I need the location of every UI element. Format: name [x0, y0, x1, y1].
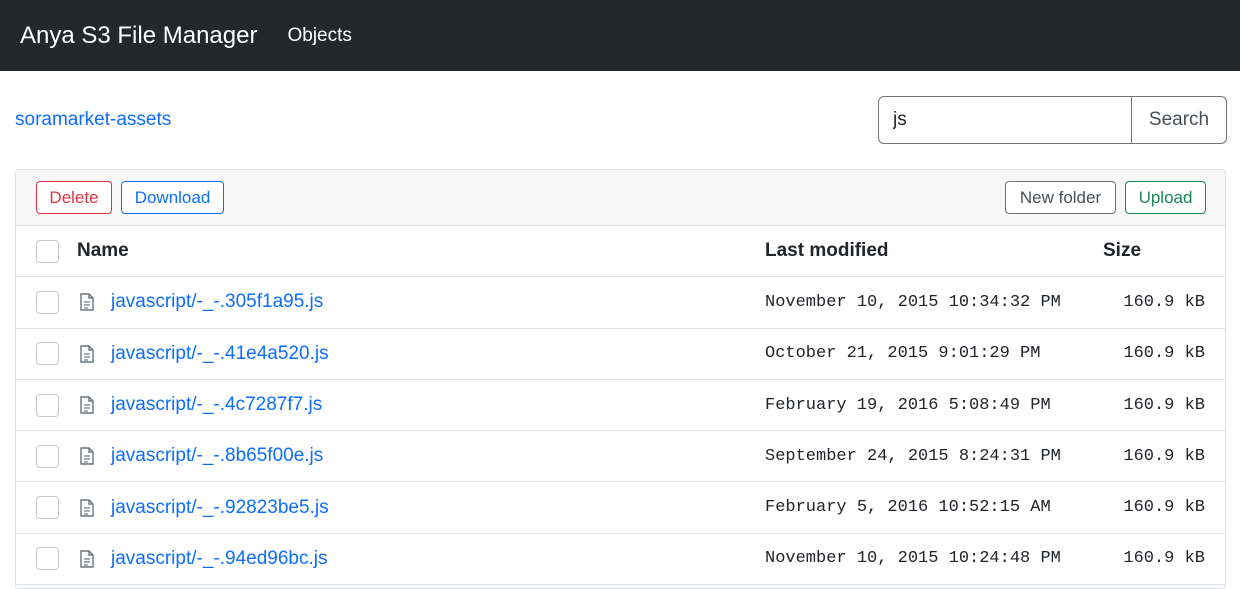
table-row: javascript/-_-.8b65f00e.js September 24,… — [16, 431, 1225, 483]
table-row: javascript/-_-.305f1a95.js November 10, … — [16, 277, 1225, 329]
file-last-modified: September 24, 2015 8:24:31 PM — [765, 446, 1061, 466]
file-last-modified: October 21, 2015 9:01:29 PM — [765, 344, 1041, 364]
download-button[interactable]: Download — [121, 181, 224, 214]
file-link[interactable]: javascript/-_-.92823be5.js — [111, 497, 329, 519]
search-group: Search — [878, 96, 1227, 144]
file-link[interactable]: javascript/-_-.41e4a520.js — [111, 343, 329, 365]
row-checkbox[interactable] — [36, 547, 59, 571]
search-button[interactable]: Search — [1132, 96, 1227, 144]
new-folder-button[interactable]: New folder — [1005, 181, 1116, 214]
file-text-icon — [80, 550, 94, 568]
navbar: Anya S3 File Manager Objects — [0, 0, 1240, 71]
file-size: 160.9 kB — [1123, 292, 1205, 312]
row-checkbox[interactable] — [36, 496, 59, 520]
file-last-modified: November 10, 2015 10:34:32 PM — [765, 292, 1061, 312]
file-text-icon — [80, 396, 94, 414]
file-text-icon — [80, 447, 94, 466]
row-checkbox[interactable] — [36, 444, 59, 468]
file-text-icon — [80, 498, 94, 517]
file-last-modified: November 10, 2015 10:24:48 PM — [765, 549, 1061, 569]
file-size: 160.9 kB — [1123, 549, 1205, 569]
nav-link-objects[interactable]: Objects — [287, 25, 351, 47]
file-size: 160.9 kB — [1123, 498, 1205, 518]
file-size: 160.9 kB — [1123, 344, 1205, 364]
row-checkbox[interactable] — [36, 393, 59, 417]
file-size: 160.9 kB — [1123, 446, 1205, 466]
file-last-modified: February 5, 2016 10:52:15 AM — [765, 498, 1051, 518]
file-text-icon — [80, 293, 94, 312]
upload-button[interactable]: Upload — [1125, 181, 1206, 214]
search-input[interactable] — [878, 96, 1132, 144]
table-row: javascript/-_-.94ed96bc.js November 10, … — [16, 534, 1225, 586]
file-link[interactable]: javascript/-_-.4c7287f7.js — [111, 394, 322, 416]
header-size[interactable]: Size — [1103, 240, 1141, 262]
row-checkbox[interactable] — [36, 290, 59, 314]
table-header: Name Last modified Size — [16, 226, 1225, 278]
select-all-checkbox[interactable] — [36, 239, 59, 263]
table-row: javascript/-_-.41e4a520.js October 21, 2… — [16, 329, 1225, 380]
table-row: javascript/-_-.92823be5.js February 5, 2… — [16, 482, 1225, 534]
header-last-modified[interactable]: Last modified — [765, 240, 889, 262]
toolbar: Delete Download New folder Upload — [16, 170, 1225, 226]
row-checkbox[interactable] — [36, 342, 59, 366]
table-row: javascript/-_-.4c7287f7.js February 19, … — [16, 380, 1225, 432]
header-name[interactable]: Name — [77, 240, 129, 262]
bucket-link[interactable]: soramarket-assets — [15, 109, 171, 131]
delete-button[interactable]: Delete — [36, 181, 112, 214]
file-link[interactable]: javascript/-_-.305f1a95.js — [111, 291, 323, 313]
file-link[interactable]: javascript/-_-.8b65f00e.js — [111, 445, 323, 467]
file-text-icon — [80, 345, 94, 363]
file-last-modified: February 19, 2016 5:08:49 PM — [765, 395, 1051, 415]
objects-card: Delete Download New folder Upload Name L… — [15, 169, 1226, 589]
file-link[interactable]: javascript/-_-.94ed96bc.js — [111, 548, 328, 570]
app-brand[interactable]: Anya S3 File Manager — [20, 22, 257, 50]
file-size: 160.9 kB — [1123, 395, 1205, 415]
